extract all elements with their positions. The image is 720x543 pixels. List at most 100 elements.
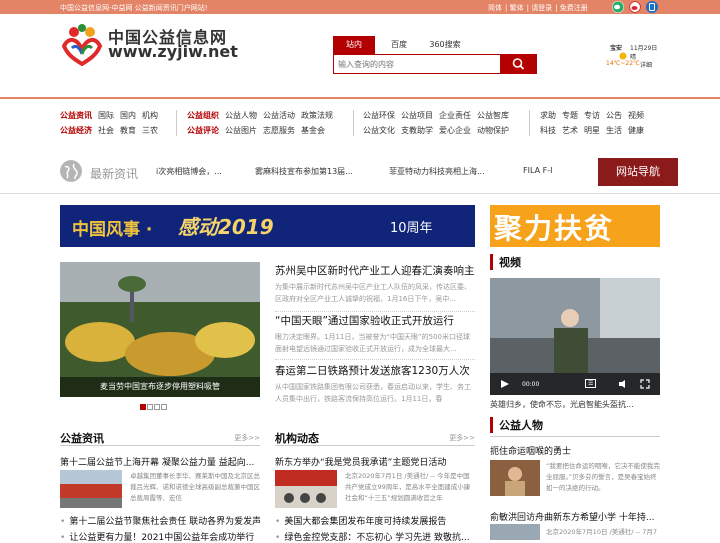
- weibo-icon[interactable]: [629, 1, 641, 13]
- photo-slider[interactable]: 麦当劳中国宣布逐步停用塑料吸管: [60, 262, 260, 397]
- video-subtitle-button[interactable]: ☰: [585, 379, 597, 388]
- section-title[interactable]: 机构动态: [275, 430, 319, 446]
- nav-shehui[interactable]: 社会: [98, 126, 114, 135]
- nav-qiuzhu[interactable]: 求助: [540, 111, 556, 120]
- nav-gonggao[interactable]: 公告: [606, 111, 622, 120]
- headline-desc: 为集中展示新时代苏州吴中区产业工人队伍的风采，传达区委、区政府对全区产业工人诚挚…: [275, 283, 471, 303]
- slider-dot[interactable]: [147, 404, 153, 410]
- nav-gongyi-huanbao[interactable]: 公益环保: [363, 111, 395, 120]
- ticker-item[interactable]: 菲亚特动力科技亮相上海...: [389, 166, 501, 177]
- people-second-title[interactable]: 俞敏洪回访舟曲新东方希望小学 十年持...: [490, 510, 660, 523]
- list-item[interactable]: 绿色金控党支部：不忘初心 学习先进 致敬抗...: [275, 530, 475, 543]
- nav-zhiyuan-fuwu[interactable]: 志愿服务: [263, 126, 295, 135]
- play-icon[interactable]: [500, 379, 510, 389]
- nav-gongyi-zhiku[interactable]: 公益智库: [477, 111, 509, 120]
- headline-item[interactable]: “中国天眼”通过国家验收正式开放运行 眼力决定眼界。1月11日，当被誉为“中国天…: [275, 314, 475, 360]
- slider-dots: [140, 403, 168, 413]
- logo-url: www.zyjiw.net: [108, 42, 238, 61]
- people-lead-image[interactable]: [490, 460, 540, 496]
- more-link[interactable]: 更多>>: [449, 433, 475, 443]
- link-simplified[interactable]: 简体: [488, 4, 502, 12]
- people-lead-title[interactable]: 扼住命运咽喉的勇士: [490, 444, 660, 457]
- headline-title[interactable]: 春运第二日铁路预计发送旅客1230万人次: [275, 364, 475, 378]
- nav-jiankang[interactable]: 健康: [628, 126, 644, 135]
- nav-gongyi-tupian[interactable]: 公益图片: [225, 126, 257, 135]
- register-link[interactable]: 免费注册: [560, 4, 588, 12]
- nav-jigou[interactable]: 机构: [142, 111, 158, 120]
- login-link[interactable]: 请登录: [531, 4, 552, 12]
- section-lead-image[interactable]: [275, 470, 337, 508]
- link-traditional[interactable]: 繁体: [510, 4, 524, 12]
- section-lead-title[interactable]: 第十二届公益节上海开幕 凝聚公益力量 益起向...: [60, 455, 260, 468]
- section-lead-image[interactable]: [60, 470, 122, 508]
- ticker-item[interactable]: 雾麻科技宣布参加第13届...: [255, 166, 367, 177]
- nav-dongwu-baohu[interactable]: 动物保护: [477, 126, 509, 135]
- weather-detail-link[interactable]: 详细: [640, 60, 652, 69]
- search-icon: [512, 58, 525, 70]
- nav-zhijiao-zhuxue[interactable]: 支教助学: [401, 126, 433, 135]
- nav-gongyi-wenhua[interactable]: 公益文化: [363, 126, 395, 135]
- search-box: [333, 54, 501, 74]
- list-item[interactable]: 美国大都会集团发布年度可持续发展报告: [275, 514, 475, 527]
- nav-gongyi-renwu[interactable]: 公益人物: [225, 111, 257, 120]
- nav-guoji[interactable]: 国际: [98, 111, 114, 120]
- nav-qiye-zeren[interactable]: 企业责任: [439, 111, 471, 120]
- wechat-icon[interactable]: [612, 1, 624, 13]
- more-link[interactable]: 更多>>: [234, 433, 260, 443]
- banner-poverty-relief[interactable]: 聚力扶贫: [490, 205, 660, 247]
- search-tab-site[interactable]: 站内: [333, 36, 375, 54]
- search-button[interactable]: [501, 54, 537, 74]
- nav-zhuanti[interactable]: 专题: [562, 111, 578, 120]
- nav-gongyi-huodong[interactable]: 公益活动: [263, 111, 295, 120]
- nav-gongyi-zuzhi[interactable]: 公益组织: [187, 111, 219, 120]
- top-links: 简体 | 繁体 | 请登录 | 免费注册: [488, 4, 588, 12]
- nav-gongyi-zixun[interactable]: 公益资讯: [60, 111, 92, 120]
- section-title[interactable]: 公益资讯: [60, 430, 104, 446]
- slider-dot[interactable]: [154, 404, 160, 410]
- slider-dot[interactable]: [140, 404, 146, 410]
- nav-yishu[interactable]: 艺术: [562, 126, 578, 135]
- nav-zhengce-fagui[interactable]: 政策法规: [301, 111, 333, 120]
- headline-title[interactable]: 苏州吴中区新时代产业工人迎春汇演奏响主旋: [275, 264, 475, 278]
- nav-zhuanfang[interactable]: 专访: [584, 111, 600, 120]
- nav-gongyi-pinglun[interactable]: 公益评论: [187, 126, 219, 135]
- section-title[interactable]: 公益人物: [490, 417, 543, 433]
- nav-mingxing[interactable]: 明星: [584, 126, 600, 135]
- fullscreen-icon[interactable]: [640, 379, 650, 389]
- nav-shipin[interactable]: 视频: [628, 111, 644, 120]
- header-divider: [0, 97, 720, 99]
- slider-dot[interactable]: [161, 404, 167, 410]
- list-item[interactable]: 让公益更有力量！2021中国公益年会成功举行: [60, 530, 260, 543]
- banner-touching-china[interactable]: 中国风事 · 感动2019 10周年: [60, 205, 475, 247]
- logo-icon[interactable]: [60, 22, 104, 66]
- nav-gongyi-jingji[interactable]: 公益经济: [60, 126, 92, 135]
- list-item[interactable]: 第十二届公益节聚焦社会责任 联动各界为爱发声: [60, 514, 260, 527]
- section-lead-title[interactable]: 新东方举办“我是党员我承诺”主题党日活动: [275, 455, 475, 468]
- nav-sannong[interactable]: 三农: [142, 126, 158, 135]
- headline-title[interactable]: “中国天眼”通过国家验收正式开放运行: [275, 314, 475, 328]
- nav-guonei[interactable]: 国内: [120, 111, 136, 120]
- nav-divider: [353, 110, 354, 136]
- nav-shenghuo[interactable]: 生活: [606, 126, 622, 135]
- nav-jiaoyu[interactable]: 教育: [120, 126, 136, 135]
- ticker-item[interactable]: FILA F-I: [523, 166, 593, 175]
- video-caption[interactable]: 英雄归乡，使命不忘，光启智能头盔抗...: [490, 399, 660, 410]
- people-second-image[interactable]: [490, 524, 540, 540]
- nav-aixin-qiye[interactable]: 爱心企业: [439, 126, 471, 135]
- headline-item[interactable]: 苏州吴中区新时代产业工人迎春汇演奏响主旋 为集中展示新时代苏州吴中区产业工人队伍…: [275, 264, 475, 312]
- nav-keji[interactable]: 科技: [540, 126, 556, 135]
- volume-icon[interactable]: [618, 379, 628, 389]
- video-player[interactable]: 00:00 ☰: [490, 278, 660, 395]
- nav-gongyi-xiangmu[interactable]: 公益项目: [401, 111, 433, 120]
- banner-title-part1: 中国风事 ·: [72, 220, 153, 240]
- search-tab-baidu[interactable]: 百度: [381, 36, 417, 54]
- nav-jijinhui[interactable]: 基金会: [301, 126, 325, 135]
- banner-title-part2: 感动2019: [178, 215, 274, 239]
- headline-item[interactable]: 春运第二日铁路预计发送旅客1230万人次 从中国国家铁路集团有限公司获悉，春运启…: [275, 364, 475, 406]
- app-icon[interactable]: [646, 1, 658, 13]
- search-tab-360[interactable]: 360搜索: [425, 36, 465, 54]
- site-nav-button[interactable]: 网站导航: [598, 158, 678, 186]
- slide-caption: 麦当劳中国宣布逐步停用塑料吸管: [60, 377, 260, 397]
- site-slogan: 中国公益信息网-中益网 公益新闻资讯门户网站!: [60, 4, 208, 12]
- search-input[interactable]: [334, 55, 494, 73]
